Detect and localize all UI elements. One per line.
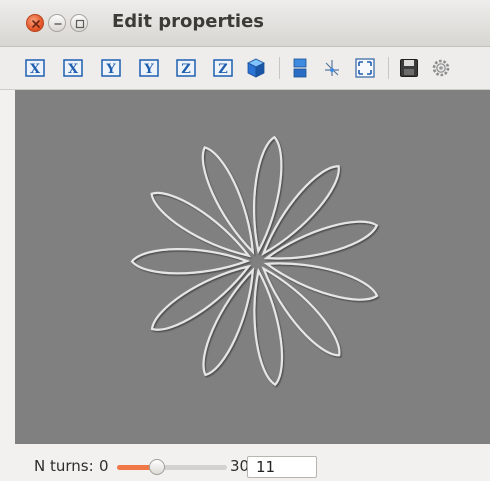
view-x-icon: X [25,59,45,77]
view-x-reverse-button[interactable]: X [63,58,83,78]
rose-curve-plot [130,135,379,387]
parallel-projection-button[interactable] [290,58,310,78]
title-bar: Edit properties [0,0,490,47]
slider-min-label: 0 [99,457,109,475]
plot-canvas[interactable] [15,90,490,444]
fullscreen-icon [355,58,375,78]
minimize-window-button[interactable] [48,14,66,32]
petal-curve [261,266,341,357]
n-turns-input[interactable] [247,456,317,478]
view-y-icon: Y [101,59,121,77]
save-button[interactable] [399,58,419,78]
view-x-button[interactable]: X [25,58,45,78]
close-icon [32,20,40,28]
petal-curve [253,135,283,255]
fullscreen-button[interactable] [355,58,375,78]
save-icon [400,59,418,77]
n-turns-label: N turns: [34,457,94,475]
view-y-reverse-button[interactable]: Y [139,58,159,78]
petal-curve [253,267,284,387]
petal-curve [150,264,252,331]
svg-text:Z: Z [218,62,228,77]
view-z-icon: Z [176,59,196,77]
view-y-reverse-icon: Y [139,59,159,77]
window-title: Edit properties [112,11,265,32]
petal-curve [150,191,252,258]
svg-text:X: X [30,62,41,77]
close-window-button[interactable] [26,14,44,32]
parallel-projection-icon [293,58,307,78]
axes-button[interactable] [322,58,342,78]
view-x-reverse-icon: X [63,59,83,77]
svg-text:Y: Y [105,62,116,77]
isometric-view-icon [247,58,265,78]
toolbar-separator [279,57,280,79]
petal-curve [130,248,251,275]
status-bar: N turns: 0 30 [0,444,490,481]
svg-text:X: X [68,62,79,77]
maximize-icon [75,19,85,29]
view-z-reverse-icon: Z [213,59,233,77]
petal-curve [261,165,340,256]
maximize-window-button[interactable] [70,14,88,32]
view-z-reverse-button[interactable]: Z [213,58,233,78]
toolbar-separator [388,57,389,79]
settings-button[interactable] [431,58,451,78]
isometric-view-button[interactable] [246,58,266,78]
slider-handle[interactable] [149,459,166,475]
svg-text:Y: Y [143,62,154,77]
view-y-button[interactable]: Y [101,58,121,78]
settings-icon [432,59,450,77]
n-turns-slider[interactable] [117,459,227,475]
svg-text:Z: Z [181,62,191,77]
view-z-button[interactable]: Z [176,58,196,78]
toolbar: X X Y Y Z Z [0,47,490,90]
axes-icon [325,60,339,76]
minimize-icon [54,23,62,25]
